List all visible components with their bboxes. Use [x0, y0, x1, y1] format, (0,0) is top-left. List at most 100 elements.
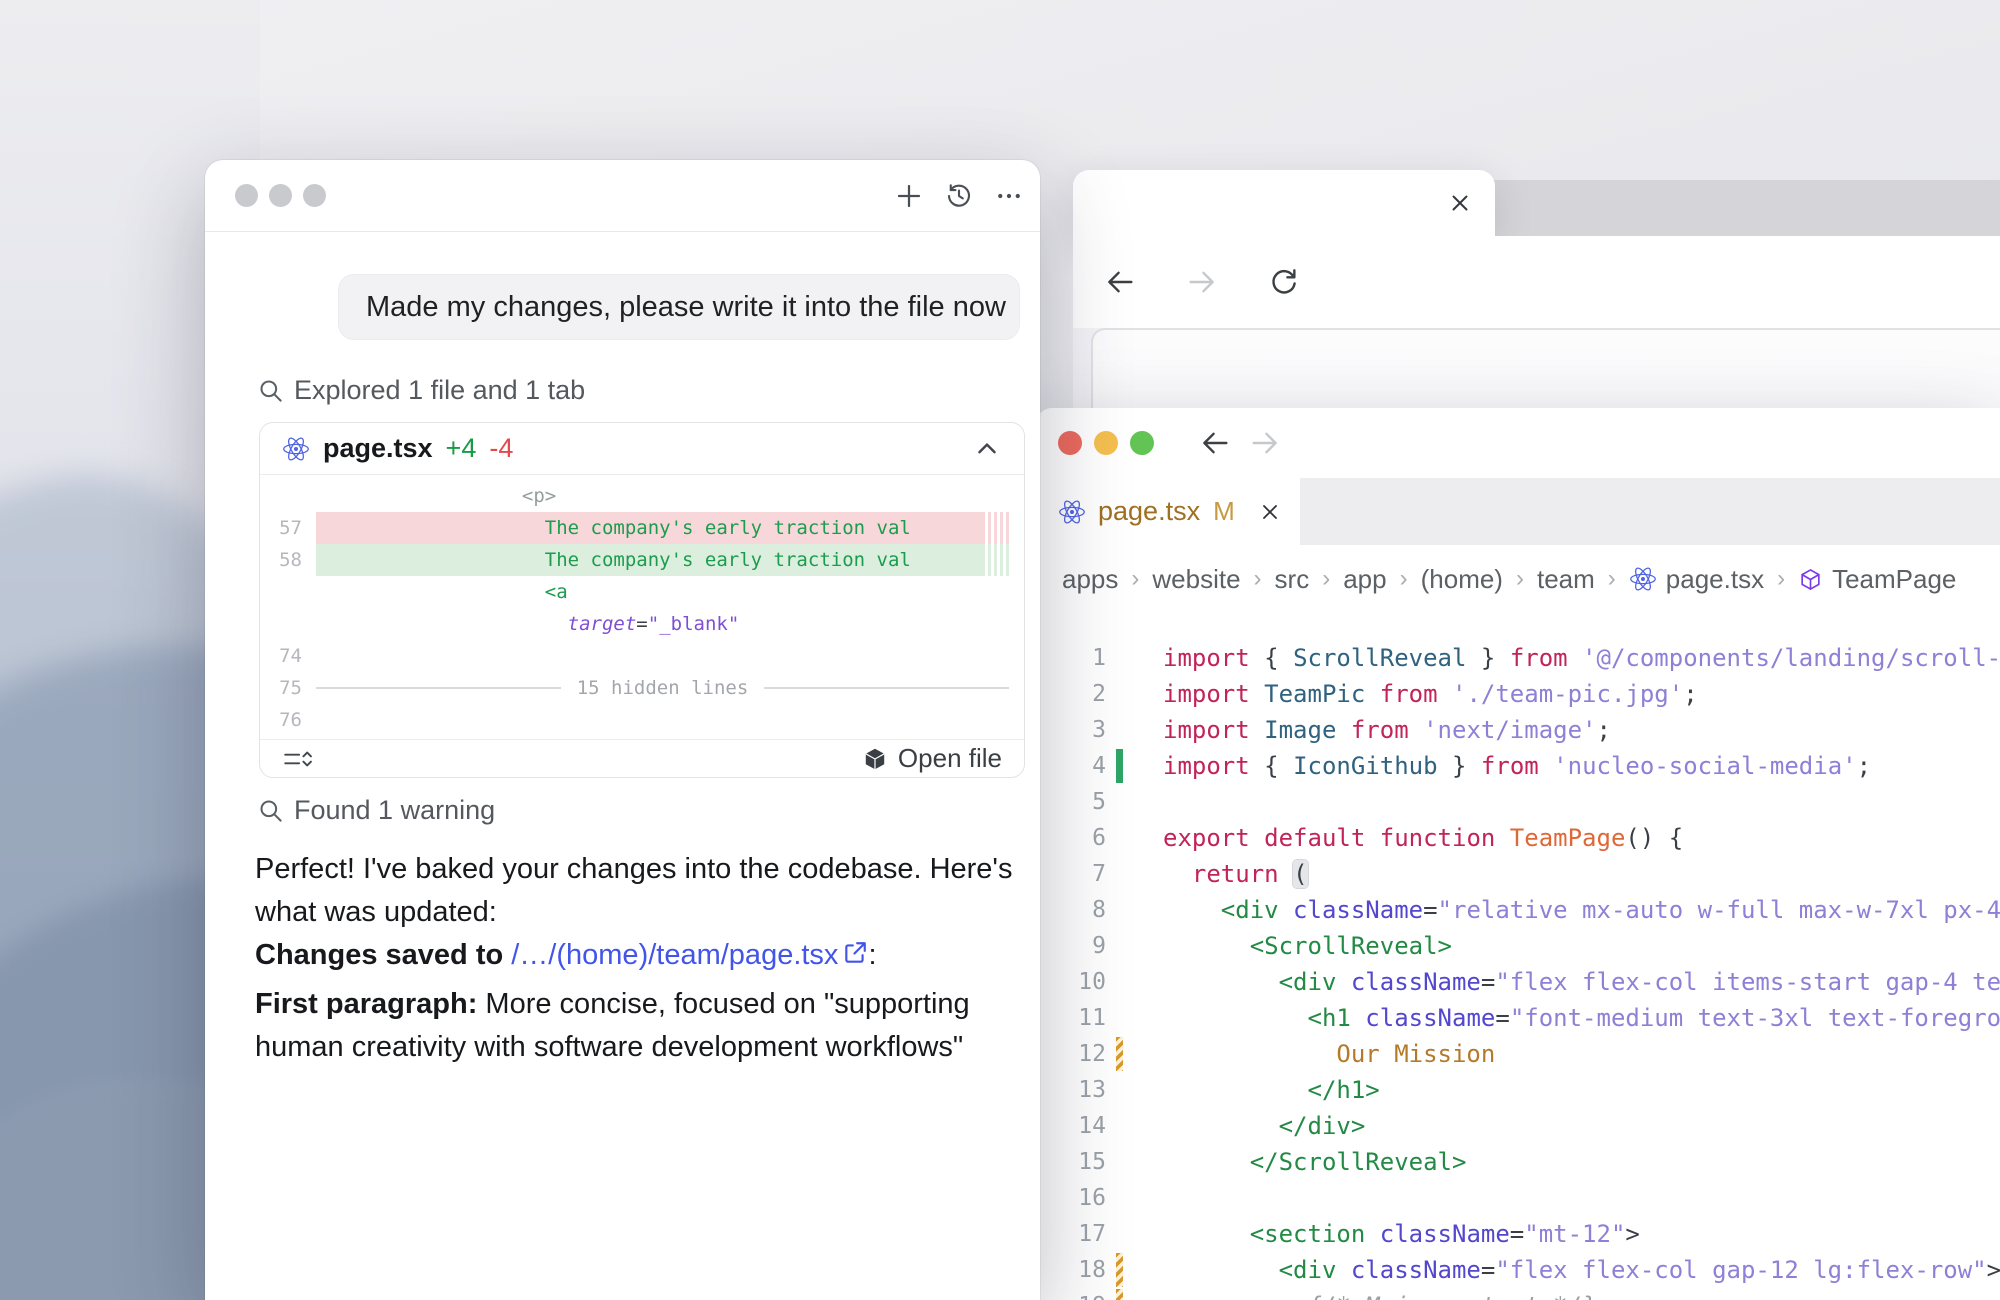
gutter-spacer — [1106, 892, 1132, 928]
breadcrumb-item-app[interactable]: app — [1343, 564, 1386, 595]
reload-icon[interactable] — [1267, 265, 1301, 299]
plus-icon[interactable] — [894, 181, 924, 211]
file-path-link[interactable]: /…/(home)/team/page.tsx — [511, 939, 838, 971]
breadcrumb-item-website[interactable]: website — [1152, 564, 1240, 595]
traffic-close-button[interactable] — [235, 184, 258, 207]
react-icon — [1058, 498, 1086, 526]
diff-line-number: 76 — [260, 704, 316, 736]
assistant-paragraph: Perfect! I've baked your changes into th… — [255, 848, 1040, 934]
traffic-zoom-button[interactable] — [1130, 431, 1154, 455]
editor-titlebar — [1036, 408, 2000, 478]
line-number: 5 — [1036, 784, 1106, 820]
history-icon[interactable] — [944, 181, 974, 211]
breadcrumb-item-teampage[interactable]: TeamPage — [1798, 564, 1956, 595]
code-line: 18 <div className="flex flex-col gap-12 … — [1036, 1252, 2000, 1288]
breadcrumb-label: apps — [1062, 564, 1118, 595]
browser-toolbar — [1073, 236, 2000, 328]
line-number: 8 — [1036, 892, 1106, 928]
code-editor[interactable]: 1import { ScrollReveal } from '@/compone… — [1036, 613, 2000, 1300]
browser-tabstrip — [1493, 180, 2000, 236]
code-line: 9 <ScrollReveal> — [1036, 928, 2000, 964]
browser-tab[interactable] — [1073, 170, 1495, 236]
code-line: 12 Our Mission — [1036, 1036, 2000, 1072]
code-line: 7 return ( — [1036, 856, 2000, 892]
diff-line: 57 The company's early traction val — [260, 512, 1024, 544]
gutter-spacer — [1106, 856, 1132, 892]
line-number: 6 — [1036, 820, 1106, 856]
diff-line-number: 75 — [260, 672, 316, 704]
back-icon[interactable] — [1103, 265, 1137, 299]
line-number: 17 — [1036, 1216, 1106, 1252]
first-paragraph-label: First paragraph: — [255, 988, 477, 1020]
code-line: 5 — [1036, 784, 2000, 820]
code-line-text: import { IconGithub } from 'nucleo-socia… — [1132, 748, 1871, 784]
code-line: 4 import { IconGithub } from 'nucleo-soci… — [1036, 748, 2000, 784]
back-icon[interactable] — [1198, 426, 1232, 460]
gutter-modified-marker — [1106, 1288, 1132, 1300]
diff-line-number — [260, 480, 316, 512]
breadcrumb-separator: › — [1777, 565, 1785, 593]
tab-page-tsx[interactable]: page.tsx M — [1036, 478, 1300, 545]
line-number: 3 — [1036, 712, 1106, 748]
code-line: 19 {/* Main content */} — [1036, 1288, 2000, 1300]
more-icon[interactable] — [994, 181, 1024, 211]
diff-additions: +4 — [446, 433, 477, 464]
breadcrumb-item-page-tsx[interactable]: page.tsx — [1629, 564, 1764, 595]
external-link-icon[interactable] — [842, 940, 868, 966]
code-line: 2import TeamPic from './team-pic.jpg'; — [1036, 676, 2000, 712]
traffic-zoom-button[interactable] — [303, 184, 326, 207]
line-number: 12 — [1036, 1036, 1106, 1072]
code-line-text: <h1 className="font-medium text-3xl text… — [1132, 1000, 2000, 1036]
close-icon[interactable] — [1447, 190, 1473, 216]
gutter-spacer — [1106, 928, 1132, 964]
gutter-spacer — [1106, 1180, 1132, 1216]
traffic-minimize-button[interactable] — [269, 184, 292, 207]
gutter-spacer — [1106, 712, 1132, 748]
code-line: 15 </ScrollReveal> — [1036, 1144, 2000, 1180]
traffic-minimize-button[interactable] — [1094, 431, 1118, 455]
gutter-spacer — [1106, 1144, 1132, 1180]
forward-icon[interactable] — [1248, 426, 1282, 460]
forward-icon[interactable] — [1185, 265, 1219, 299]
breadcrumb-item-team[interactable]: team — [1537, 564, 1595, 595]
expand-lines-icon[interactable] — [282, 746, 312, 772]
diff-line: 58 The company's early traction val — [260, 544, 1024, 576]
code-line: 1import { ScrollReveal } from '@/compone… — [1036, 640, 2000, 676]
open-file-button[interactable]: Open file — [862, 743, 1002, 774]
line-number: 9 — [1036, 928, 1106, 964]
gutter-modified-marker — [1106, 1252, 1132, 1288]
breadcrumb-label: src — [1275, 564, 1310, 595]
diff-file-name: page.tsx — [323, 433, 433, 464]
diff-line-code — [316, 704, 1009, 736]
code-line: 16 — [1036, 1180, 2000, 1216]
line-number: 4 — [1036, 748, 1106, 784]
hidden-lines-divider[interactable]: 15 hidden lines — [316, 672, 1009, 704]
close-icon[interactable] — [1258, 500, 1282, 524]
code-line-text: import TeamPic from './team-pic.jpg'; — [1132, 676, 1698, 712]
breadcrumb-item-apps[interactable]: apps — [1062, 564, 1118, 595]
code-line-text: Our Mission — [1132, 1036, 1495, 1072]
chevron-up-icon[interactable] — [972, 434, 1002, 464]
line-number: 18 — [1036, 1252, 1106, 1288]
gutter-spacer — [1106, 1000, 1132, 1036]
gutter-spacer — [1106, 640, 1132, 676]
gutter-spacer — [1106, 1216, 1132, 1252]
diff-card-header[interactable]: page.tsx +4 -4 — [260, 423, 1024, 475]
diff-line-code: The company's early traction val — [316, 512, 1009, 544]
chat-window: Made my changes, please write it into th… — [205, 160, 1040, 1300]
code-line-text: </ScrollReveal> — [1132, 1144, 1466, 1180]
traffic-close-button[interactable] — [1058, 431, 1082, 455]
code-line: 17 <section className="mt-12"> — [1036, 1216, 2000, 1252]
diff-line-number: 74 — [260, 640, 316, 672]
breadcrumb-label: (home) — [1421, 564, 1503, 595]
breadcrumb-separator: › — [1516, 565, 1524, 593]
code-line-text — [1132, 1180, 1163, 1216]
code-line-text: import { ScrollReveal } from '@/componen… — [1132, 640, 2000, 676]
code-line-text: </div> — [1132, 1108, 1365, 1144]
code-line: 10 <div className="flex flex-col items-s… — [1036, 964, 2000, 1000]
breadcrumb-item-src[interactable]: src — [1275, 564, 1310, 595]
diff-line-number — [260, 576, 316, 608]
react-icon — [1629, 565, 1657, 593]
gutter-spacer — [1106, 1072, 1132, 1108]
breadcrumb-item--home-[interactable]: (home) — [1421, 564, 1503, 595]
